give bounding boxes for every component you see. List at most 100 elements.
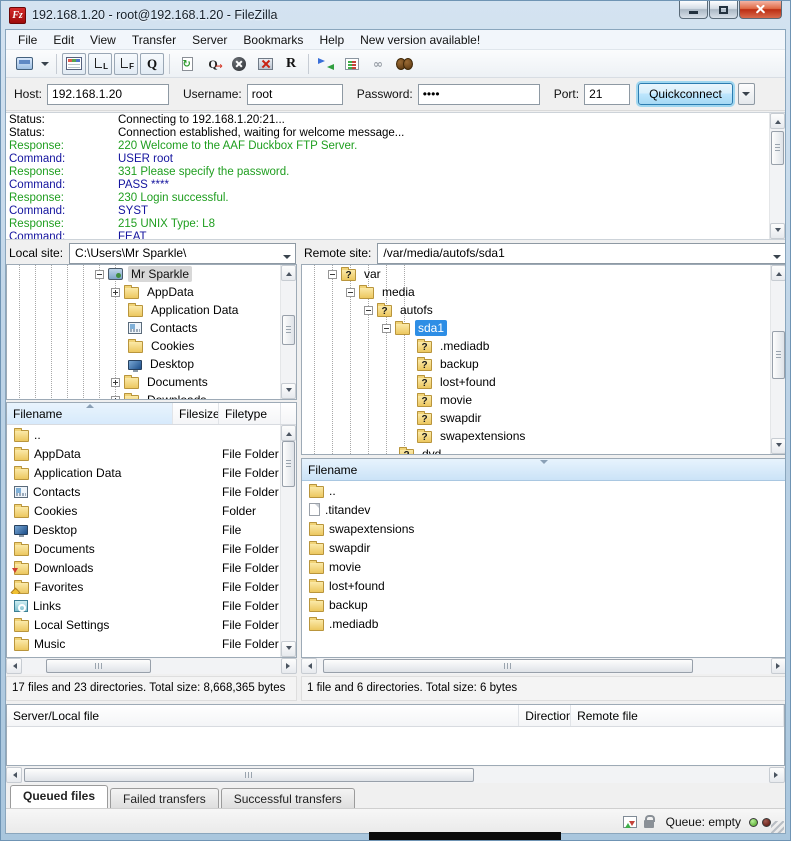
tree-item-swapextensions[interactable]: swapextensions: [302, 427, 769, 445]
find-files-button[interactable]: [392, 53, 416, 75]
remote-tree-scrollbar[interactable]: [770, 265, 786, 454]
collapse-icon[interactable]: [328, 270, 337, 279]
list-row-lost-found[interactable]: lost+found: [302, 576, 786, 595]
collapse-icon[interactable]: [95, 270, 104, 279]
scroll-thumb[interactable]: [282, 315, 295, 345]
tree-item-desktop[interactable]: Desktop: [7, 355, 279, 373]
remote-site-combo[interactable]: /var/media/autofs/sda1: [377, 243, 786, 264]
menu-item-server[interactable]: Server: [184, 31, 235, 49]
tab-failed-transfers[interactable]: Failed transfers: [110, 788, 219, 808]
tree-item-lost-found[interactable]: lost+found: [302, 373, 769, 391]
tree-item-mr-sparkle[interactable]: Mr Sparkle: [7, 265, 279, 283]
scroll-up-button[interactable]: [281, 425, 296, 441]
list-row-downloads[interactable]: DownloadsFile Folder: [7, 558, 279, 577]
expand-icon[interactable]: [111, 396, 120, 400]
tree-item-sda1[interactable]: sda1: [302, 319, 769, 337]
tree-item-mediadb[interactable]: .mediadb: [302, 337, 769, 355]
scroll-track[interactable]: [281, 441, 296, 641]
scroll-down-button[interactable]: [770, 223, 785, 239]
close-button[interactable]: [739, 1, 782, 19]
list-row-links[interactable]: LinksFile Folder: [7, 596, 279, 615]
directory-listing-filters-button[interactable]: ∞: [366, 53, 390, 75]
local-site-combo[interactable]: C:\Users\Mr Sparkle\: [69, 243, 296, 264]
list-row-contacts[interactable]: ContactsFile Folder: [7, 482, 279, 501]
list-row-desktop[interactable]: DesktopFile: [7, 520, 279, 539]
host-input[interactable]: [47, 84, 169, 105]
expand-icon[interactable]: [111, 378, 120, 387]
reconnect-button[interactable]: R: [279, 53, 303, 75]
list-row-swapextensions[interactable]: swapextensions: [302, 519, 786, 538]
scroll-right-button[interactable]: [281, 658, 297, 674]
scroll-track[interactable]: [770, 129, 785, 223]
local-horizontal-scrollbar[interactable]: [6, 658, 297, 674]
local-column-header-filename[interactable]: Filename: [7, 403, 173, 424]
tree-item-swapdir[interactable]: swapdir: [302, 409, 769, 427]
toggle-local-tree-button[interactable]: [88, 53, 112, 75]
tree-item-application-data[interactable]: Application Data: [7, 301, 279, 319]
process-queue-button[interactable]: Q: [201, 53, 225, 75]
list-row-documents[interactable]: DocumentsFile Folder: [7, 539, 279, 558]
port-input[interactable]: [584, 84, 630, 105]
scroll-up-button[interactable]: [771, 265, 786, 281]
list-row-favorites[interactable]: FavoritesFile Folder: [7, 577, 279, 596]
toggle-transfer-queue-button[interactable]: Q: [140, 53, 164, 75]
refresh-button[interactable]: [175, 53, 199, 75]
menu-item-file[interactable]: File: [10, 31, 45, 49]
list-row-local-settings[interactable]: Local SettingsFile Folder: [7, 615, 279, 634]
scroll-thumb[interactable]: [282, 441, 295, 487]
list-row-backup[interactable]: backup: [302, 595, 786, 614]
local-tree-scrollbar[interactable]: [280, 265, 296, 399]
collapse-icon[interactable]: [364, 306, 373, 315]
local-list-scrollbar[interactable]: [280, 425, 296, 657]
synchronized-browsing-button[interactable]: [340, 53, 364, 75]
scroll-track[interactable]: [22, 658, 281, 674]
tree-item-var[interactable]: var: [302, 265, 769, 283]
scroll-track[interactable]: [317, 658, 771, 674]
scroll-down-button[interactable]: [771, 438, 786, 454]
list-row-movie[interactable]: movie: [302, 557, 786, 576]
scroll-right-button[interactable]: [769, 767, 785, 783]
tree-item-backup[interactable]: backup: [302, 355, 769, 373]
queue-column-header-server-local-file[interactable]: Server/Local file: [7, 705, 519, 726]
scroll-thumb[interactable]: [46, 659, 151, 673]
directory-comparison-button[interactable]: [314, 53, 338, 75]
tree-item-cookies[interactable]: Cookies: [7, 337, 279, 355]
scroll-left-button[interactable]: [6, 658, 22, 674]
list-row-appdata[interactable]: AppDataFile Folder: [7, 444, 279, 463]
quickconnect-button[interactable]: Quickconnect: [638, 83, 733, 105]
tree-item-documents[interactable]: Documents: [7, 373, 279, 391]
menu-item-view[interactable]: View: [82, 31, 124, 49]
menu-item-help[interactable]: Help: [311, 31, 352, 49]
scroll-thumb[interactable]: [771, 131, 784, 165]
tab-successful-transfers[interactable]: Successful transfers: [221, 788, 355, 808]
list-row-[interactable]: ..: [7, 425, 279, 444]
local-column-header-filesize[interactable]: Filesize: [173, 403, 219, 424]
titlebar[interactable]: Fz 192.168.1.20 - root@192.168.1.20 - Fi…: [1, 1, 790, 29]
minimize-button[interactable]: [679, 1, 708, 19]
expand-icon[interactable]: [111, 288, 120, 297]
tree-item-autofs[interactable]: autofs: [302, 301, 769, 319]
menu-item-bookmarks[interactable]: Bookmarks: [235, 31, 311, 49]
queue-column-header-direction[interactable]: Direction: [519, 705, 571, 726]
scroll-down-button[interactable]: [281, 641, 296, 657]
disconnect-button[interactable]: [253, 53, 277, 75]
scroll-up-button[interactable]: [770, 113, 785, 129]
list-row-titandev[interactable]: .titandev: [302, 500, 786, 519]
scroll-thumb[interactable]: [772, 331, 785, 379]
toggle-remote-tree-button[interactable]: [114, 53, 138, 75]
list-row-swapdir[interactable]: swapdir: [302, 538, 786, 557]
list-row-application-data[interactable]: Application DataFile Folder: [7, 463, 279, 482]
log-scrollbar[interactable]: [769, 113, 785, 239]
scroll-thumb[interactable]: [323, 659, 693, 673]
scroll-up-button[interactable]: [281, 265, 296, 281]
menu-item-transfer[interactable]: Transfer: [124, 31, 184, 49]
tab-queued-files[interactable]: Queued files: [10, 785, 108, 808]
tree-item-movie[interactable]: movie: [302, 391, 769, 409]
list-row-[interactable]: ..: [302, 481, 786, 500]
tree-item-downloads[interactable]: Downloads: [7, 391, 279, 399]
remote-horizontal-scrollbar[interactable]: [301, 658, 786, 674]
site-manager-dropdown-button[interactable]: [38, 53, 51, 75]
local-column-header-filetype[interactable]: Filetype: [219, 403, 281, 424]
scroll-left-button[interactable]: [6, 767, 22, 783]
unencrypted-icon[interactable]: [644, 820, 654, 828]
